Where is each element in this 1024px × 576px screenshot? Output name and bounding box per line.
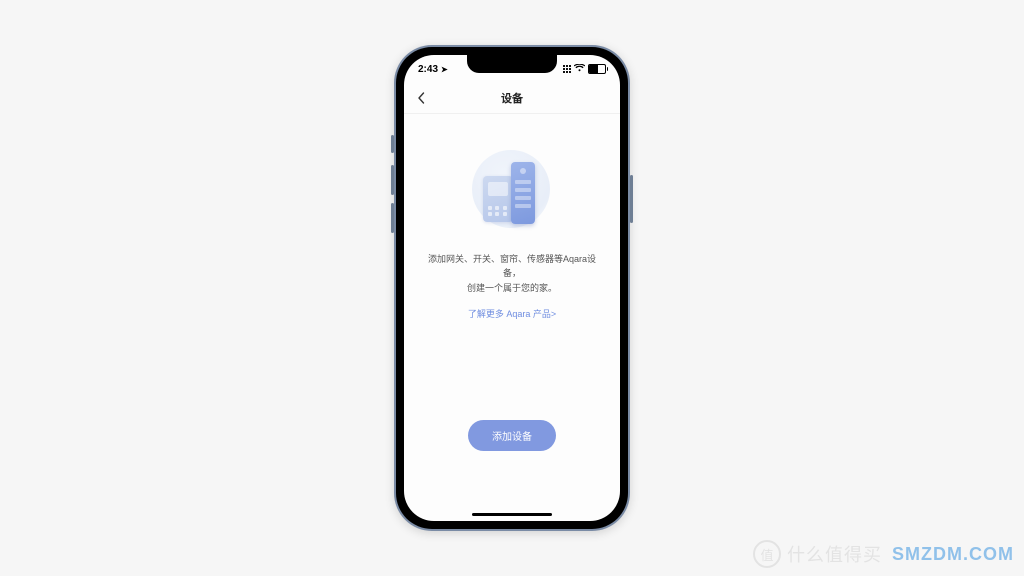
back-button[interactable]	[412, 89, 430, 107]
empty-state: 添加网关、开关、窗帘、传感器等Aqara设备， 创建一个属于您的家。 了解更多 …	[404, 114, 620, 521]
smart-devices-illustration	[467, 150, 557, 232]
empty-text-line2: 创建一个属于您的家。	[424, 281, 600, 295]
phone-power-button	[630, 175, 633, 223]
phone-bezel: 2:43 ➤	[396, 47, 628, 529]
watermark-en: SMZDM.COM	[892, 544, 1014, 565]
empty-text-line1: 添加网关、开关、窗帘、传感器等Aqara设备，	[424, 252, 600, 281]
wifi-icon	[574, 64, 585, 74]
learn-more-link[interactable]: 了解更多 Aqara 产品>	[468, 307, 556, 320]
chevron-left-icon	[417, 92, 425, 104]
add-device-button[interactable]: 添加设备	[468, 420, 556, 451]
phone-mockup: 2:43 ➤	[394, 45, 630, 531]
status-left: 2:43 ➤	[418, 64, 448, 75]
phone-volume-up	[391, 165, 394, 195]
page-title: 设备	[404, 90, 620, 106]
location-arrow-icon: ➤	[441, 65, 448, 74]
nav-bar: 设备	[404, 83, 620, 114]
phone-side-button	[391, 135, 394, 153]
phone-screen: 2:43 ➤	[404, 55, 620, 521]
cellular-grid-icon	[563, 65, 571, 73]
watermark-badge: 值	[753, 540, 781, 568]
status-right	[563, 64, 606, 74]
watermark: 值 什么值得买 SMZDM.COM	[753, 540, 1014, 568]
phone-volume-down	[391, 203, 394, 233]
watermark-cn: 什么值得买	[787, 541, 882, 567]
phone-notch	[467, 55, 557, 73]
home-indicator[interactable]	[472, 513, 552, 516]
battery-icon	[588, 64, 606, 74]
status-time: 2:43	[418, 64, 438, 75]
empty-state-text: 添加网关、开关、窗帘、传感器等Aqara设备， 创建一个属于您的家。	[404, 252, 620, 295]
